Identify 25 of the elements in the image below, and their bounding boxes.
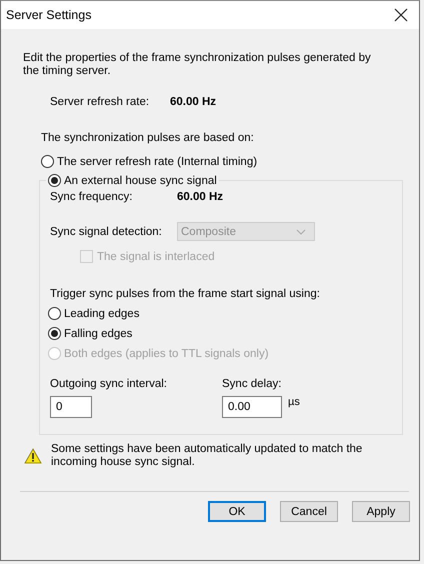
warning-icon bbox=[24, 448, 42, 464]
refresh-rate-label: Server refresh rate: bbox=[50, 96, 150, 108]
sync-frequency-value: 60.00 Hz bbox=[177, 191, 224, 203]
refresh-rate-value: 60.00 Hz bbox=[170, 96, 216, 108]
window-title: Server Settings bbox=[6, 8, 92, 22]
timing-source-label: The synchronization pulses are based on: bbox=[41, 132, 255, 144]
interval-field[interactable]: 0 bbox=[50, 396, 92, 418]
warning-text: Some settings have been automatically updated to match the incoming house sync signal. bbox=[51, 443, 364, 469]
unit-label: µs bbox=[288, 396, 300, 408]
trigger-label: Trigger sync pulses from the frame start signal using: bbox=[50, 288, 321, 300]
dialog-button[interactable]: Cancel bbox=[280, 501, 338, 522]
interval-label: Outgoing sync interval: bbox=[50, 378, 168, 390]
delay-field[interactable]: 0.00 bbox=[222, 396, 282, 418]
chevron-icon bbox=[296, 228, 306, 234]
edge-radio[interactable]: Falling edges bbox=[48, 327, 392, 340]
close-icon[interactable] bbox=[394, 8, 408, 22]
sync-frequency-label: Sync frequency: bbox=[50, 191, 134, 203]
edge-radio[interactable]: Leading edges bbox=[48, 307, 392, 320]
detection-label: Sync signal detection: bbox=[50, 226, 163, 238]
delay-label: Sync delay: bbox=[222, 378, 282, 390]
dialog-button[interactable]: Apply bbox=[352, 501, 410, 522]
timing-radio[interactable]: The server refresh rate (Internal timing) bbox=[41, 155, 419, 168]
description-text: Edit the properties of the frame synchronization pulses generated by the timing server. bbox=[23, 52, 372, 78]
dialog-button[interactable]: OK bbox=[208, 501, 266, 522]
timing-radio[interactable]: An external house sync signal bbox=[48, 174, 217, 187]
